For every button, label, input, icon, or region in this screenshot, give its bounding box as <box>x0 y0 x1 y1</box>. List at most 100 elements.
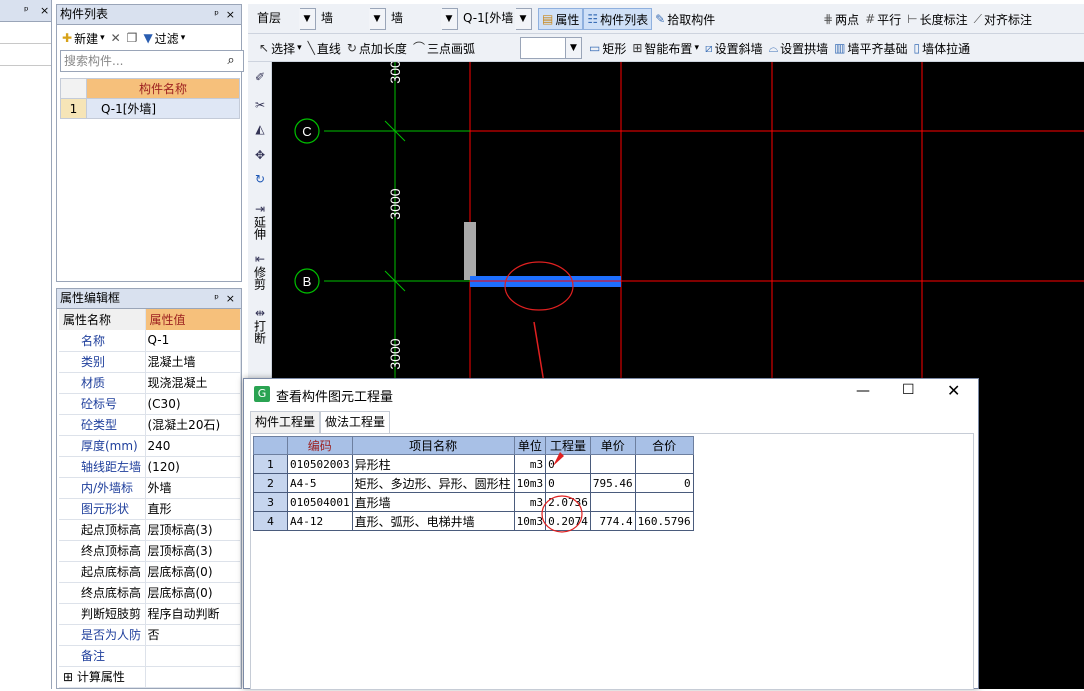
mirror-icon[interactable]: ◭ <box>250 122 270 136</box>
arch-wall-button[interactable]: ⌓ 设置拱墙 <box>766 37 832 59</box>
trim-button[interactable]: ⇤ 修剪 <box>250 252 270 293</box>
maximize-icon[interactable]: ☐ <box>902 382 915 398</box>
type1-dropdown[interactable]: ▼ <box>369 8 386 30</box>
dimension-text: 3000 <box>387 338 403 369</box>
property-value[interactable]: 否 <box>145 624 241 646</box>
delete-button[interactable]: ✕ <box>108 27 124 49</box>
property-value[interactable]: 240 <box>145 435 241 457</box>
pin-icon[interactable]: ᵖ <box>214 5 219 24</box>
arc-mode-select[interactable]: ▼ <box>520 37 582 59</box>
copy-button[interactable]: ❐ <box>124 27 141 49</box>
length-dim-button[interactable]: ⊢ 长度标注 <box>904 8 970 30</box>
rotate-icon[interactable]: ↻ <box>250 172 270 186</box>
two-points-button[interactable]: ⋕ 两点 <box>820 8 862 30</box>
dimension-text: 3000 <box>387 62 403 84</box>
property-value[interactable]: 层底标高(0) <box>145 582 241 604</box>
align-base-button[interactable]: ▥ 墙平齐基础 <box>831 37 910 59</box>
property-value[interactable]: 混凝土墙 <box>145 351 241 373</box>
property-row[interactable]: 厚度(mm) 240 <box>59 435 241 457</box>
close-icon[interactable]: × <box>226 289 235 308</box>
property-value[interactable]: 层底标高(0) <box>145 561 241 583</box>
close-icon[interactable]: × <box>40 0 49 22</box>
annotation-layer <box>541 452 583 533</box>
property-row[interactable]: 备注 <box>59 645 241 667</box>
expand-icon[interactable]: ⊞ <box>63 670 77 684</box>
property-value[interactable]: 层顶标高(3) <box>145 519 241 541</box>
property-value[interactable]: 层顶标高(3) <box>145 540 241 562</box>
table-row[interactable]: 1 Q-1[外墙] <box>60 98 240 119</box>
property-value[interactable] <box>145 645 241 667</box>
property-name: 砼类型 <box>59 414 146 436</box>
property-value[interactable]: 程序自动判断 <box>145 603 241 625</box>
extend-button[interactable]: ⇥ 延伸 <box>250 202 270 243</box>
property-row[interactable]: ⊞ 计算属性 <box>59 666 241 688</box>
wall-stretch-button[interactable]: ▯ 墙体拉通 <box>911 37 974 59</box>
property-row[interactable]: 类别 混凝土墙 <box>59 351 241 373</box>
move-icon[interactable]: ✥ <box>250 148 270 162</box>
tab-component-quantity[interactable]: 构件工程量 <box>250 411 321 433</box>
property-row[interactable]: 起点顶标高 层顶标高(3) <box>59 519 241 541</box>
type2-dropdown[interactable]: ▼ <box>441 8 458 30</box>
property-value[interactable]: 现浇混凝土 <box>145 372 241 394</box>
property-row[interactable]: 终点顶标高 层顶标高(3) <box>59 540 241 562</box>
filter-button[interactable]: ▼ 过滤 ▾ <box>140 27 188 49</box>
properties-button[interactable]: ▤ 属性 <box>538 8 584 30</box>
property-row[interactable]: 是否为人防否 <box>59 624 241 646</box>
left-panel-row[interactable] <box>0 22 51 44</box>
property-row[interactable]: 名称 Q-1 <box>59 330 241 352</box>
brush-icon[interactable]: ✐ <box>250 70 270 84</box>
smart-layout-button[interactable]: ⊞ 智能布置 ▾ <box>629 37 702 59</box>
property-value[interactable] <box>145 666 241 688</box>
property-row[interactable]: 判断短肢剪 程序自动判断 <box>59 603 241 625</box>
align-base-icon: ▥ <box>834 41 846 55</box>
tab-method-quantity[interactable]: 做法工程量 <box>320 411 391 433</box>
property-value[interactable]: 直形 <box>145 498 241 520</box>
pick-component-button[interactable]: ✎ 拾取构件 <box>652 8 718 30</box>
select-button[interactable]: ↖ 选择 ▾ <box>256 37 305 59</box>
extend-icon: ⇥ <box>254 202 266 216</box>
minimize-icon[interactable]: — <box>856 383 870 399</box>
property-row[interactable]: 砼类型 (混凝土20石) <box>59 414 241 436</box>
three-point-arc-button[interactable]: ⌒ 三点画弧 <box>410 37 478 59</box>
property-row[interactable]: 图元形状 直形 <box>59 498 241 520</box>
floor-dropdown[interactable]: ▼ <box>299 8 316 30</box>
close-icon[interactable]: × <box>226 5 235 24</box>
search-input[interactable]: 搜索构件... <box>60 50 244 72</box>
component-list-button[interactable]: ☷ 构件列表 <box>583 8 653 30</box>
point-length-button[interactable]: ↻ 点加长度 <box>344 37 410 59</box>
property-row[interactable]: 材质 现浇混凝土 <box>59 372 241 394</box>
property-row[interactable]: 终点底标高 层底标高(0) <box>59 582 241 604</box>
scissors-icon[interactable]: ✂ <box>250 98 270 112</box>
parallel-button[interactable]: # 平行 <box>862 8 904 30</box>
pin-icon[interactable]: ᵖ <box>214 289 219 308</box>
line-button[interactable]: ╲ 直线 <box>305 37 344 59</box>
property-row[interactable]: 轴线距左墙 (120) <box>59 456 241 478</box>
column-element[interactable] <box>464 222 476 280</box>
slope-wall-button[interactable]: ⧄ 设置斜墙 <box>702 37 766 59</box>
property-value[interactable]: (C30) <box>145 393 241 415</box>
search-icon[interactable]: ⌕ <box>220 50 242 72</box>
component-name-cell[interactable]: Q-1[外墙] <box>86 98 240 119</box>
align-dim-button[interactable]: ⟋ 对齐标注 <box>971 8 1035 30</box>
break-button[interactable]: ⇹ 打断 <box>250 306 270 347</box>
property-value[interactable]: Q-1 <box>145 330 241 352</box>
rect-button[interactable]: ▭ 矩形 <box>586 37 629 59</box>
floor-select[interactable]: 首层 <box>254 8 298 30</box>
property-row[interactable]: 砼标号 (C30) <box>59 393 241 415</box>
component-list-title-bar: 构件列表 ᵖ × <box>57 5 241 25</box>
property-row[interactable]: 内/外墙标 外墙 <box>59 477 241 499</box>
pick-label: 拾取构件 <box>667 12 716 27</box>
property-row[interactable]: 起点底标高 层底标高(0) <box>59 561 241 583</box>
pin-icon[interactable]: ᵖ <box>24 0 29 22</box>
property-value[interactable]: (120) <box>145 456 241 478</box>
close-icon[interactable]: ✕ <box>947 381 960 400</box>
prop-value-header: 属性值 <box>145 309 241 330</box>
property-value[interactable]: 外墙 <box>145 477 241 499</box>
component-name-header: 构件名称 <box>86 78 240 99</box>
property-value[interactable]: (混凝土20石) <box>145 414 241 436</box>
point-length-label: 点加长度 <box>358 41 407 56</box>
component-dropdown[interactable]: ▼ <box>515 8 532 30</box>
align-dim-label: 对齐标注 <box>984 12 1033 27</box>
new-button[interactable]: ✚ 新建 ▾ <box>59 27 108 49</box>
left-panel-row[interactable] <box>0 44 51 66</box>
